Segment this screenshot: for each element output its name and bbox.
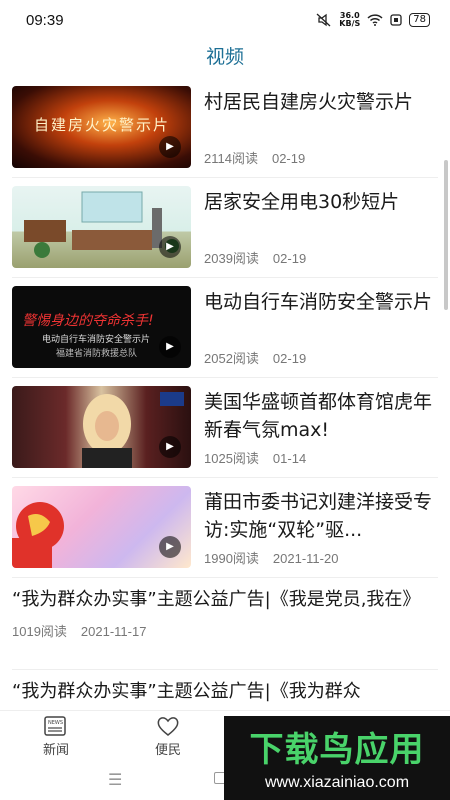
news-meta: 2052阅读 02-19 bbox=[204, 348, 306, 367]
thumbnail-caption: 自建房火灾警示片 bbox=[34, 116, 171, 134]
news-item[interactable]: ▶ 莆田市委书记刘建洋接受专访:实施“双轮”驱... 1990阅读 2021-11… bbox=[12, 478, 438, 578]
news-title[interactable]: 居家安全用电30秒短片 bbox=[204, 188, 436, 216]
thumbnail-subcaption: 电动自行车消防安全警示片 bbox=[42, 335, 151, 345]
text-news-item[interactable]: “我为群众办实事”主题公益广告|《我为群众 bbox=[12, 670, 438, 710]
news-meta: 2039阅读 02-19 bbox=[204, 248, 306, 267]
news-item[interactable]: 警惕身边的夺命杀手! 电动自行车消防安全警示片 福建省消防救援总队 ▶ 电动自行… bbox=[12, 278, 438, 378]
publish-date: 02-19 bbox=[271, 151, 306, 166]
video-thumbnail[interactable]: ▶ bbox=[12, 386, 191, 468]
play-icon[interactable]: ▶ bbox=[159, 536, 181, 558]
wifi-icon bbox=[367, 14, 383, 26]
video-thumbnail[interactable]: 自建房火灾警示片 ▶ bbox=[12, 86, 191, 168]
sim-icon bbox=[390, 14, 402, 26]
news-title[interactable]: 莆田市委书记刘建洋接受专访:实施“双轮”驱... bbox=[204, 488, 436, 544]
newspaper-icon: NEWS bbox=[44, 716, 66, 736]
news-item[interactable]: ▶ 居家安全用电30秒短片 2039阅读 02-19 bbox=[12, 178, 438, 278]
publish-date: 01-14 bbox=[272, 451, 307, 466]
text-news-item[interactable]: “我为群众办实事”主题公益广告|《我是党员,我在》 1019阅读 2021-11-… bbox=[12, 578, 438, 670]
news-item[interactable]: 自建房火灾警示片 ▶ 村居民自建房火灾警示片 2114阅读 02-19 bbox=[12, 78, 438, 178]
status-time: 09:39 bbox=[26, 11, 64, 29]
news-title[interactable]: 村居民自建房火灾警示片 bbox=[204, 88, 436, 116]
mute-icon bbox=[316, 13, 331, 27]
tab-convenience[interactable]: 便民 bbox=[138, 715, 198, 758]
video-thumbnail[interactable]: ▶ bbox=[12, 186, 191, 268]
menu-icon[interactable]: ☰ bbox=[108, 770, 122, 789]
status-bar: 09:39 36.0 KB/S 78 bbox=[0, 0, 450, 40]
page-title: 视频 bbox=[205, 46, 244, 68]
play-icon[interactable]: ▶ bbox=[159, 436, 181, 458]
news-meta: 1990阅读 2021-11-20 bbox=[204, 548, 338, 567]
watermark-url: www.xiazainiao.com bbox=[264, 774, 410, 791]
thumbnail-caption: 警惕身边的夺命杀手! bbox=[22, 313, 154, 329]
news-item[interactable]: ▶ 美国华盛顿首都体育馆虎年新春气氛max! 1025阅读 01-14 bbox=[12, 378, 438, 478]
tab-label: 新闻 bbox=[42, 743, 69, 758]
heart-icon bbox=[157, 717, 179, 736]
video-thumbnail[interactable]: ▶ bbox=[12, 486, 191, 568]
play-icon[interactable]: ▶ bbox=[159, 136, 181, 158]
news-title[interactable]: “我为群众办实事”主题公益广告|《我是党员,我在》 bbox=[12, 578, 438, 613]
battery-indicator: 78 bbox=[409, 13, 430, 27]
tab-news[interactable]: NEWS 新闻 bbox=[26, 715, 86, 758]
publish-date: 02-19 bbox=[272, 251, 307, 266]
publish-date: 02-19 bbox=[272, 351, 307, 366]
watermark-logo: 下载鸟应用 bbox=[249, 730, 425, 770]
news-meta: 2114阅读 02-19 bbox=[204, 148, 305, 167]
read-count: 1990阅读 bbox=[204, 551, 259, 566]
play-icon[interactable]: ▶ bbox=[159, 336, 181, 358]
net-speed-unit: KB/S bbox=[339, 19, 361, 28]
read-count: 1025阅读 bbox=[204, 451, 259, 466]
video-feed[interactable]: 自建房火灾警示片 ▶ 村居民自建房火灾警示片 2114阅读 02-19 ▶ 居家安… bbox=[0, 78, 450, 710]
publish-date: 2021-11-20 bbox=[272, 551, 339, 566]
read-count: 2114阅读 bbox=[204, 151, 258, 166]
tab-label: 便民 bbox=[154, 743, 181, 758]
thumbnail-source: 福建省消防救援总队 bbox=[56, 349, 138, 359]
read-count: 2052阅读 bbox=[204, 351, 259, 366]
video-thumbnail[interactable]: 警惕身边的夺命杀手! 电动自行车消防安全警示片 福建省消防救援总队 ▶ bbox=[12, 286, 191, 368]
news-title[interactable]: “我为群众办实事”主题公益广告|《我为群众 bbox=[12, 670, 438, 705]
svg-text:NEWS: NEWS bbox=[48, 720, 63, 726]
news-meta: 1019阅读 2021-11-17 bbox=[12, 621, 438, 640]
news-title[interactable]: 电动自行车消防安全警示片 bbox=[204, 288, 436, 316]
net-speed: 36.0 KB/S bbox=[339, 12, 360, 28]
news-meta: 1025阅读 01-14 bbox=[204, 448, 306, 467]
scrollbar[interactable] bbox=[444, 160, 448, 310]
read-count: 1019阅读 bbox=[12, 624, 67, 639]
status-icons: 36.0 KB/S 78 bbox=[316, 12, 430, 28]
play-icon[interactable]: ▶ bbox=[159, 236, 181, 258]
read-count: 2039阅读 bbox=[204, 251, 259, 266]
news-title[interactable]: 美国华盛顿首都体育馆虎年新春气氛max! bbox=[204, 388, 436, 444]
watermark-overlay: 下载鸟应用 www.xiazainiao.com bbox=[224, 716, 450, 800]
publish-date: 2021-11-17 bbox=[80, 624, 147, 639]
